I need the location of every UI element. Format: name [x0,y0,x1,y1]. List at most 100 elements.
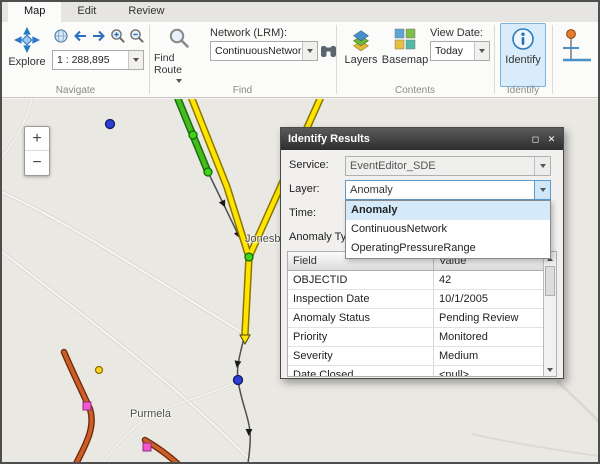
close-icon: ✕ [548,128,556,150]
tab-map[interactable]: Map [8,2,61,22]
layer-dropdown-list: Anomaly ContinuousNetwork OperatingPress… [345,200,551,259]
group-label-contents: Contents [336,85,494,96]
search-button[interactable] [319,42,337,60]
identify-button[interactable]: Identify [500,23,546,87]
field-cell: Severity [288,347,434,365]
scale-dropdown-button[interactable] [128,51,143,69]
network-dropdown-button[interactable] [302,42,317,60]
dropdown-option-operatingpressurerange[interactable]: OperatingPressureRange [346,239,550,258]
map-zoom-in-button[interactable]: + [25,127,49,151]
value-cell: Monitored [434,328,543,346]
identify-info-icon [511,27,535,51]
dropdown-option-continuousnetwork[interactable]: ContinuousNetwork [346,220,550,239]
globe-icon [53,28,69,44]
view-date-value: Today [431,45,474,57]
layer-value: Anomaly [346,184,534,196]
triangle-down-icon [547,368,553,372]
service-value: EventEditor_SDE [346,160,534,172]
map-scale-value: 1 : 288,895 [53,54,128,66]
group-separator [552,25,553,94]
chevron-down-icon [133,58,139,62]
panel-body: Service: EventEditor_SDE Layer: Anomaly … [281,150,563,378]
place-label-purmela: Purmela [130,408,171,420]
map-canvas[interactable]: Jonesboro Purmela + − Identify Results ◻… [2,99,598,462]
field-cell: Priority [288,328,434,346]
table-row: Anomaly Status Pending Review [288,309,543,328]
table-row: Severity Medium [288,347,543,366]
ribbon-tab-bar: Map Edit Review [2,2,598,22]
layers-icon [349,27,373,51]
map-scale-combo[interactable]: 1 : 288,895 [52,50,144,70]
layer-label: Layer: [289,183,320,195]
identify-results-panel: Identify Results ◻ ✕ Service: EventEdito… [280,127,564,379]
scrollbar-thumb[interactable] [545,266,555,296]
next-extent-button[interactable] [90,27,108,45]
attributes-table: Field Value OBJECTID 42 Inspection Date … [287,251,557,377]
dropdown-option-anomaly[interactable]: Anomaly [346,201,550,220]
zoom-in-magnifier-icon [110,28,126,44]
chevron-down-icon [540,164,546,168]
left-arrow-icon [72,28,88,44]
group-separator [494,25,495,94]
basemap-icon [393,27,417,51]
view-date-combo[interactable]: Today [430,41,490,61]
identify-label: Identify [505,54,540,66]
explore-button[interactable]: Explore [5,23,49,83]
layers-label: Layers [344,54,377,66]
chevron-down-icon [540,188,546,192]
full-extent-button[interactable] [52,27,70,45]
value-cell: 42 [434,271,543,289]
zoom-in-button[interactable] [109,27,127,45]
network-lrm-combo[interactable]: ContinuousNetwork [210,41,318,61]
scroll-down-button[interactable] [544,363,556,376]
view-date-label: View Date: [430,27,483,39]
zoom-out-button[interactable] [128,27,146,45]
basemap-button[interactable]: Basemap [382,23,428,87]
service-label: Service: [289,159,329,171]
tab-review[interactable]: Review [112,2,180,22]
station-tool-button[interactable] [558,28,598,68]
service-combo[interactable]: EventEditor_SDE [345,156,551,176]
field-cell: Date Closed [288,366,434,376]
field-cell: OBJECTID [288,271,434,289]
attributes-table-body: Field Value OBJECTID 42 Inspection Date … [288,252,543,376]
map-zoom-out-button[interactable]: − [25,151,49,175]
maximize-button[interactable]: ◻ [528,132,543,146]
maximize-icon: ◻ [532,128,539,150]
binoculars-icon [320,43,337,59]
table-row: Date Closed <null> [288,366,543,376]
previous-extent-button[interactable] [71,27,89,45]
close-button[interactable]: ✕ [544,132,559,146]
find-route-label: Find Route [154,52,204,76]
zoom-out-magnifier-icon [129,28,145,44]
explore-label: Explore [8,56,45,68]
view-date-dropdown-button[interactable] [474,42,489,60]
group-label-find: Find [149,85,336,96]
network-lrm-label: Network (LRM): [210,27,287,39]
app-window: Map Edit Review Explore [0,0,600,464]
table-row: Inspection Date 10/1/2005 [288,290,543,309]
map-zoom-control: + − [24,126,50,176]
field-cell: Inspection Date [288,290,434,308]
value-cell: Pending Review [434,309,543,327]
layer-dropdown-button[interactable] [534,181,550,199]
value-cell: 10/1/2005 [434,290,543,308]
panel-title-bar[interactable]: Identify Results ◻ ✕ [281,128,563,150]
explore-compass-icon [14,27,40,53]
group-separator [149,25,150,94]
layers-button[interactable]: Layers [342,23,380,87]
station-tool-icon [561,28,595,68]
tab-edit[interactable]: Edit [61,2,112,22]
chevron-down-icon [176,79,182,83]
field-cell: Anomaly Status [288,309,434,327]
group-label-identify: Identify [494,85,552,96]
find-route-button[interactable]: Find Route [153,23,205,87]
right-arrow-icon [91,28,107,44]
value-cell: <null> [434,366,543,376]
service-dropdown-button[interactable] [534,157,550,175]
table-row: Priority Monitored [288,328,543,347]
ribbon: Explore [2,22,598,98]
table-scrollbar[interactable] [543,252,556,376]
layer-combo[interactable]: Anomaly [345,180,551,200]
panel-title: Identify Results [288,133,370,145]
